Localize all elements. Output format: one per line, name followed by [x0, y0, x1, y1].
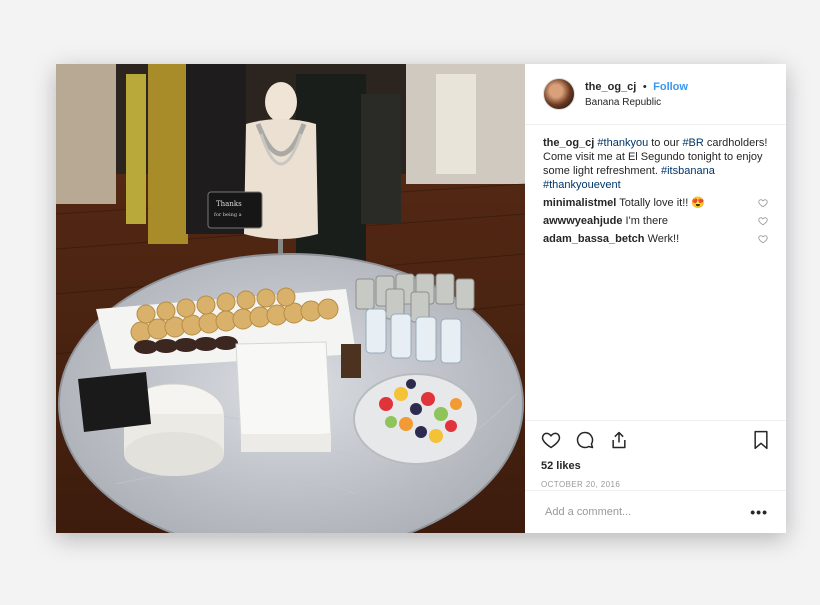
more-options-button[interactable]: ••• — [750, 504, 768, 520]
post-date[interactable]: OCTOBER 20, 2016 — [541, 480, 770, 489]
caption-username[interactable]: the_og_cj — [543, 137, 594, 149]
caption-text-1: to our — [648, 137, 683, 149]
hashtag-thankyouevent[interactable]: #thankyouevent — [543, 179, 621, 191]
comment-row: adam_bassa_betch Werk!! — [543, 232, 768, 246]
header-username[interactable]: the_og_cj — [585, 81, 636, 93]
bookmark-icon[interactable] — [752, 430, 770, 450]
hashtag-itsbanana[interactable]: #itsbanana — [661, 165, 715, 177]
post-caption: the_og_cj #thankyou to our #BR cardholde… — [525, 125, 786, 192]
comment-text: I'm there — [625, 215, 668, 227]
instagram-post-card: Thanks for being a the_og_cj • Follow Ba… — [56, 64, 786, 533]
comment-row: awwwyeahjude I'm there — [543, 214, 768, 228]
hashtag-thankyou[interactable]: #thankyou — [597, 137, 648, 149]
post-sidebar: the_og_cj • Follow Banana Republic the_o… — [525, 64, 786, 533]
location-link[interactable]: Banana Republic — [585, 95, 688, 110]
comment-like-icon[interactable] — [758, 234, 768, 244]
comment-text: Totally love it!! 😍 — [619, 197, 706, 209]
heart-icon[interactable] — [541, 430, 561, 450]
follow-button[interactable]: Follow — [653, 81, 688, 93]
comment-like-icon[interactable] — [758, 198, 768, 208]
separator-dot: • — [642, 81, 647, 93]
avatar[interactable] — [543, 78, 575, 110]
comment-row: minimalistmel Totally love it!! 😍 — [543, 196, 768, 210]
comment-text: Werk!! — [647, 233, 680, 245]
chalk-sign-text-2: for being a — [214, 212, 242, 218]
action-icons — [541, 429, 770, 451]
header-info: the_og_cj • Follow Banana Republic — [585, 78, 688, 110]
post-photo[interactable]: Thanks for being a — [56, 64, 525, 533]
post-photo-illustration: Thanks for being a — [56, 64, 525, 533]
hashtag-br[interactable]: #BR — [682, 137, 703, 149]
post-actions: 52 likes OCTOBER 20, 2016 — [525, 420, 786, 489]
comment-input[interactable] — [543, 505, 751, 519]
comment-username[interactable]: minimalistmel — [543, 197, 616, 209]
chalk-sign-text: Thanks — [216, 200, 242, 208]
likes-count[interactable]: 52 likes — [541, 460, 770, 472]
post-header: the_og_cj • Follow Banana Republic — [525, 64, 786, 125]
add-comment-bar: ••• — [525, 490, 786, 533]
comments-list: minimalistmel Totally love it!! 😍 awwwye… — [525, 196, 786, 246]
share-icon[interactable] — [609, 430, 629, 450]
comment-username[interactable]: adam_bassa_betch — [543, 233, 645, 245]
comment-username[interactable]: awwwyeahjude — [543, 215, 622, 227]
comment-icon[interactable] — [575, 430, 595, 450]
comment-like-icon[interactable] — [758, 216, 768, 226]
